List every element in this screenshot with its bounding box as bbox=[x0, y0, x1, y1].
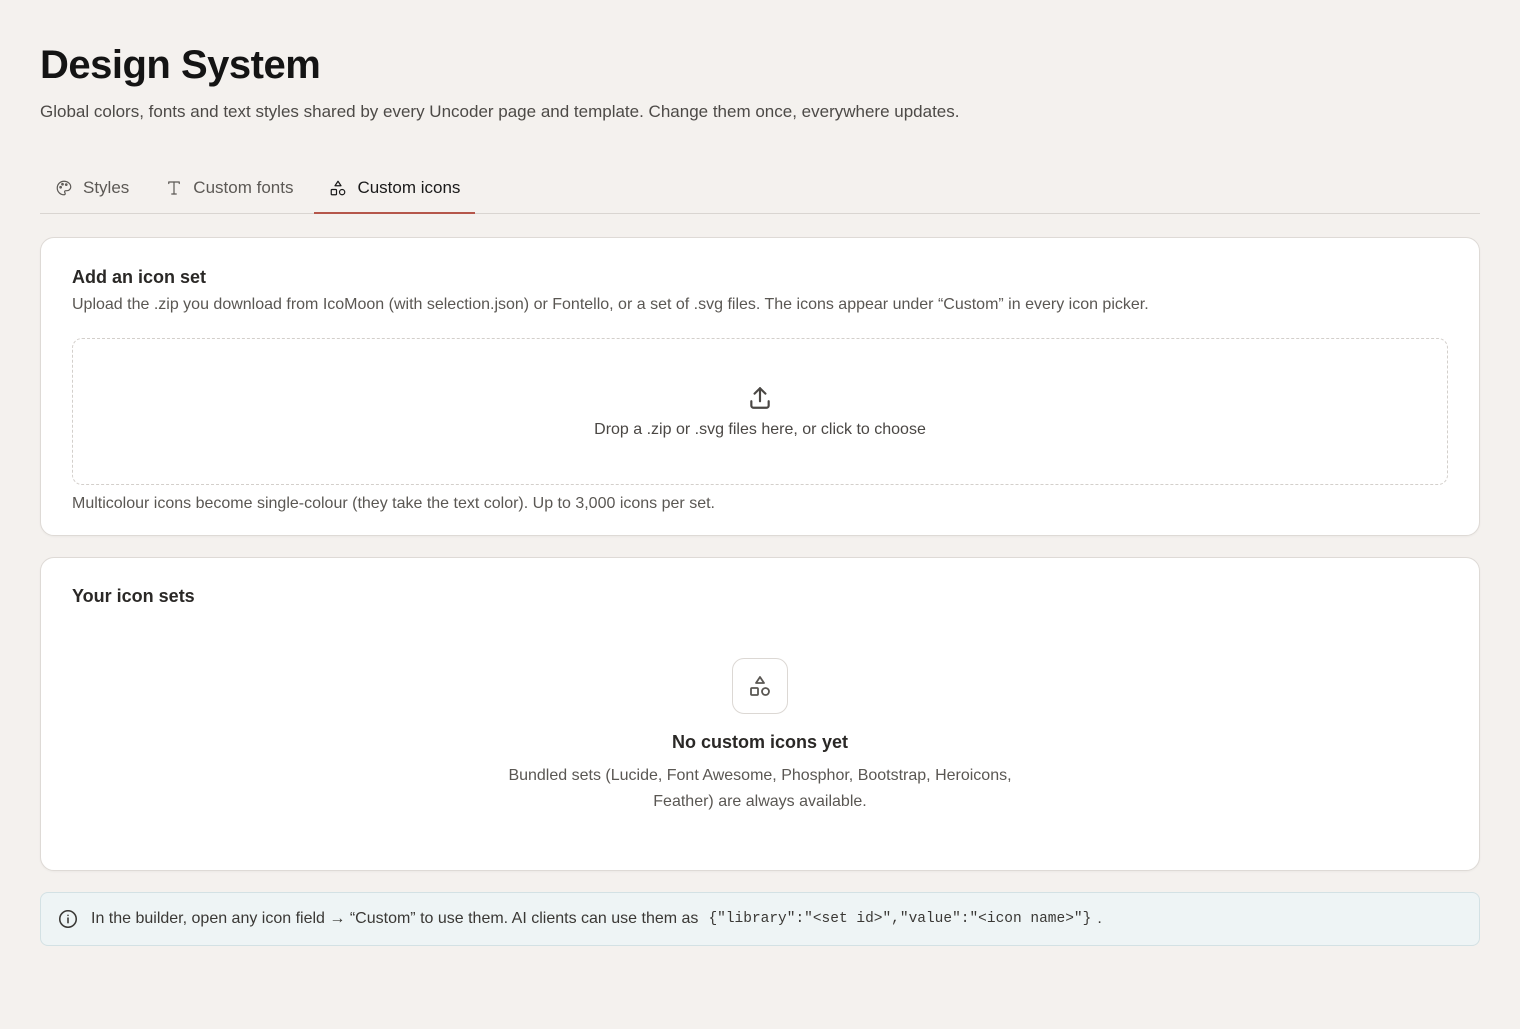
page-subtitle: Global colors, fonts and text styles sha… bbox=[40, 102, 960, 121]
empty-state-title: No custom icons yet bbox=[671, 732, 849, 752]
card-title: Your icon sets bbox=[72, 586, 195, 606]
info-icon bbox=[58, 909, 78, 929]
info-suffix: . bbox=[1097, 910, 1102, 927]
page-title: Design System bbox=[40, 43, 321, 87]
upload-note: Multicolour icons become single-colour (… bbox=[72, 495, 715, 512]
info-banner: In the builder, open any icon field → “C… bbox=[40, 892, 1480, 946]
empty-state: No custom icons yet Bundled sets (Lucide… bbox=[72, 658, 1448, 815]
shapes-icon bbox=[750, 676, 770, 696]
tab-label: Custom icons bbox=[357, 177, 461, 197]
page: Design System Global colors, fonts and t… bbox=[0, 0, 1520, 1029]
info-text: In the builder, open any icon field → “C… bbox=[91, 910, 699, 927]
empty-state-icon-box bbox=[732, 658, 788, 714]
palette-icon bbox=[56, 180, 72, 195]
tab-label: Styles bbox=[83, 177, 130, 197]
tab-bar: Styles Custom fonts Custom icons bbox=[40, 162, 1480, 214]
shapes-icon bbox=[331, 180, 346, 195]
add-icon-set-card: Add an icon set Upload the .zip you down… bbox=[40, 237, 1480, 536]
dropzone-label: Drop a .zip or .svg files here, or click… bbox=[594, 420, 926, 438]
info-code: {"library":"<set id>","value":"<icon nam… bbox=[708, 911, 1092, 927]
tab-label: Custom fonts bbox=[193, 177, 294, 197]
card-description: Upload the .zip you download from IcoMoo… bbox=[72, 296, 1149, 313]
type-icon bbox=[168, 180, 181, 195]
icon-sets-card: Your icon sets No custom icons yet Bundl… bbox=[40, 557, 1480, 871]
empty-state-description: Bundled sets (Lucide, Font Awesome, Phos… bbox=[508, 767, 1012, 810]
card-title: Add an icon set bbox=[72, 267, 207, 287]
tab-custom-fonts[interactable]: Custom fonts bbox=[150, 162, 308, 213]
tab-custom-icons[interactable]: Custom icons bbox=[314, 162, 476, 214]
tab-styles[interactable]: Styles bbox=[40, 162, 144, 213]
upload-icon bbox=[750, 386, 770, 409]
upload-dropzone[interactable]: Drop a .zip or .svg files here, or click… bbox=[72, 338, 1448, 485]
